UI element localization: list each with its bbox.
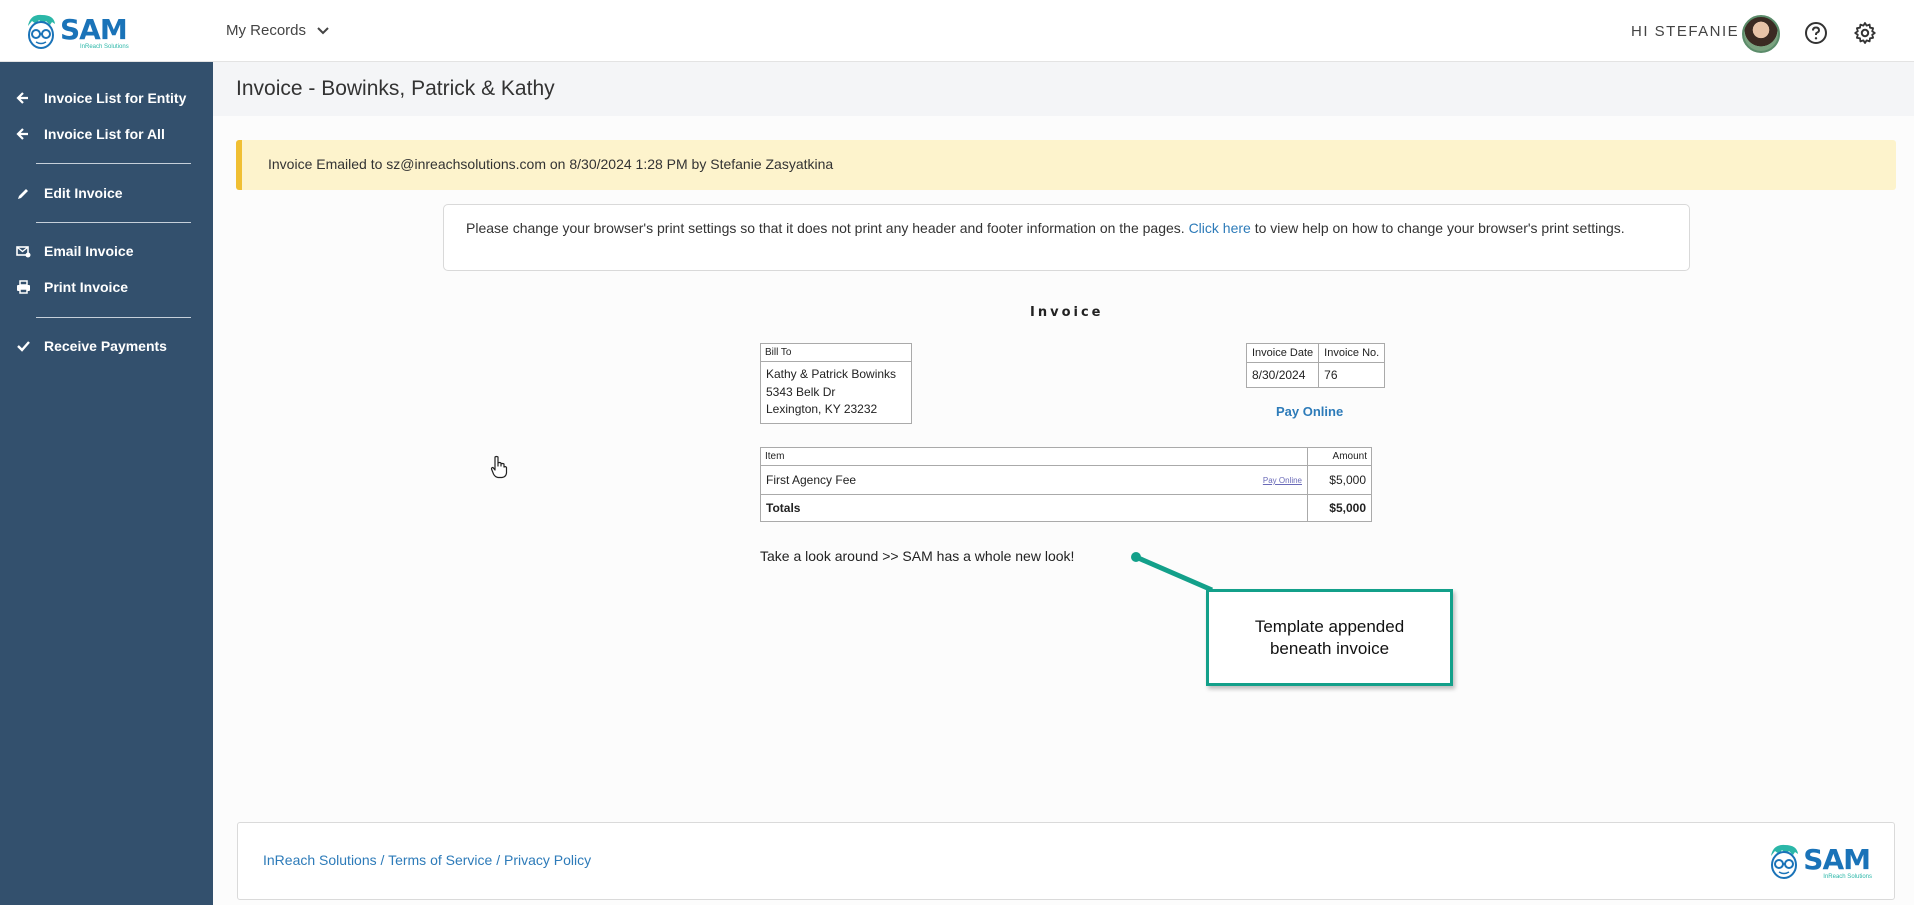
footer-logo-subtext: InReach Solutions — [1823, 874, 1872, 880]
invoice-title: Invoice — [1030, 305, 1104, 320]
annotation-callout: Template appended beneath invoice — [1206, 589, 1453, 686]
footer-separator: / — [380, 852, 385, 868]
totals-row: Totals $5,000 — [760, 494, 1372, 522]
invoice-date-label: Invoice Date — [1245, 343, 1320, 363]
pencil-icon — [14, 184, 32, 202]
sidebar-item-label: Print Invoice — [44, 279, 129, 295]
sidebar-divider — [36, 163, 191, 164]
arrow-left-icon — [14, 89, 32, 107]
footer-logo-text: SAM — [1803, 843, 1871, 876]
totals-label: Totals — [760, 494, 1308, 522]
table-row: First Agency Fee Pay Online $5,000 — [760, 465, 1372, 495]
sidebar: Invoice List for Entity Invoice List for… — [0, 62, 213, 905]
bill-to-line: Kathy & Patrick Bowinks — [766, 367, 897, 381]
footer-separator: / — [496, 852, 501, 868]
callout-text: Template appended beneath invoice — [1254, 616, 1405, 658]
help-link[interactable]: Click here — [1189, 220, 1251, 236]
footer-link-company[interactable]: InReach Solutions — [263, 852, 377, 868]
invoice-number-label: Invoice No. — [1318, 343, 1386, 363]
arrow-left-icon — [14, 125, 32, 143]
print-settings-notice: Please change your browser's print setti… — [443, 204, 1690, 271]
notice-text: Please change your browser's print setti… — [466, 220, 1185, 236]
line-pay-online-link[interactable]: Pay Online — [1263, 476, 1302, 485]
sidebar-item-label: Invoice List for Entity — [44, 90, 187, 106]
sidebar-item-receive-payments[interactable]: Receive Payments — [0, 331, 213, 361]
sidebar-item-print-invoice[interactable]: Print Invoice — [0, 272, 213, 302]
email-status-alert: Invoice Emailed to sz@inreachsolutions.c… — [236, 140, 1896, 190]
top-bar: SAM InReach Solutions My Records HI STEF… — [0, 0, 1914, 62]
footer: InReach Solutions / Terms of Service / P… — [237, 822, 1895, 900]
sidebar-item-edit-invoice[interactable]: Edit Invoice — [0, 178, 213, 208]
sidebar-item-label: Receive Payments — [44, 338, 167, 354]
avatar[interactable] — [1742, 15, 1780, 53]
totals-amount: $5,000 — [1307, 494, 1372, 522]
sidebar-item-invoice-list-entity[interactable]: Invoice List for Entity — [0, 83, 213, 113]
sam-mascot-icon — [28, 14, 55, 49]
sidebar-item-invoice-list-all[interactable]: Invoice List for All — [0, 119, 213, 149]
alert-text: Invoice Emailed to sz@inreachsolutions.c… — [268, 156, 834, 172]
chevron-down-icon — [317, 26, 329, 34]
line-item-amount: $5,000 — [1307, 465, 1372, 495]
email-icon — [14, 242, 32, 260]
sam-logo[interactable]: SAM InReach Solutions — [24, 12, 129, 50]
invoice-items-table: Item Amount First Agency Fee Pay Online … — [760, 447, 1372, 522]
amount-header: Amount — [1307, 447, 1372, 466]
invoice-meta-table: Invoice Date Invoice No. 8/30/2024 76 — [1245, 343, 1386, 388]
gear-icon[interactable] — [1853, 21, 1877, 45]
notice-text-after: to view help on how to change your brows… — [1254, 220, 1625, 236]
bill-to-label: Bill To — [761, 344, 911, 362]
logo-subtext: InReach Solutions — [80, 44, 129, 50]
item-header: Item — [760, 447, 1308, 466]
sidebar-item-label: Invoice List for All — [44, 126, 165, 142]
my-records-label: My Records — [226, 22, 307, 39]
sidebar-divider — [36, 222, 191, 223]
sidebar-item-label: Email Invoice — [44, 243, 134, 259]
bill-to-box: Bill To Kathy & Patrick Bowinks 5343 Bel… — [760, 343, 912, 424]
my-records-menu[interactable]: My Records — [226, 22, 330, 39]
line-item-name: First Agency Fee — [766, 473, 857, 487]
invoice-date: 8/30/2024 — [1245, 362, 1320, 388]
hand-cursor-icon — [490, 455, 508, 479]
page-title: Invoice - Bowinks, Patrick & Kathy — [236, 77, 555, 100]
user-greeting: HI STEFANIE — [1631, 23, 1740, 40]
logo-text: SAM — [60, 13, 128, 46]
sidebar-item-label: Edit Invoice — [44, 185, 123, 201]
sidebar-divider — [36, 317, 191, 318]
check-icon — [14, 337, 32, 355]
pay-online-link[interactable]: Pay Online — [1276, 404, 1343, 419]
bill-to-line: Lexington, KY 23232 — [766, 402, 878, 416]
page-title-bar: Invoice - Bowinks, Patrick & Kathy — [213, 62, 1914, 116]
help-icon[interactable] — [1804, 21, 1828, 45]
sam-mascot-icon — [1771, 844, 1799, 879]
printer-icon — [14, 278, 32, 296]
footer-sam-logo: SAM InReach Solutions — [1767, 842, 1872, 880]
appended-template-text: Take a look around >> SAM has a whole ne… — [760, 548, 1075, 564]
sidebar-item-email-invoice[interactable]: Email Invoice — [0, 236, 213, 266]
bill-to-line: 5343 Belk Dr — [766, 384, 836, 399]
footer-link-terms[interactable]: Terms of Service — [388, 852, 492, 868]
invoice-number: 76 — [1318, 362, 1386, 388]
footer-link-privacy[interactable]: Privacy Policy — [504, 852, 591, 868]
